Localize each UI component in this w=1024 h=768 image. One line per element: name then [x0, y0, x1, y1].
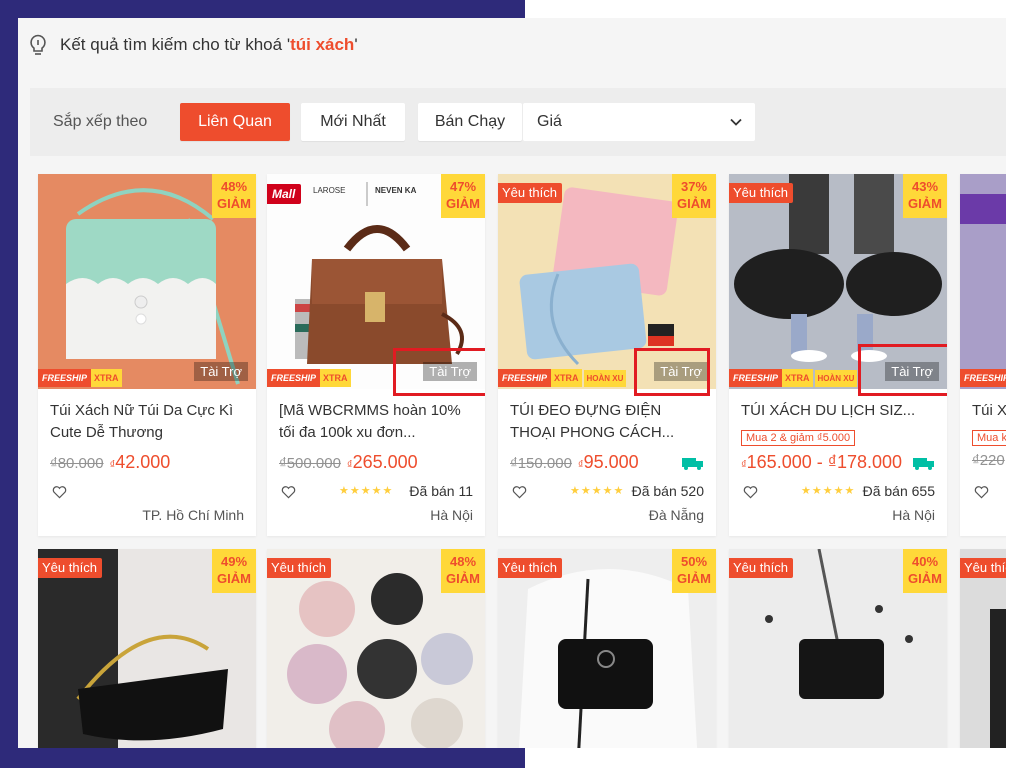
favorite-badge: Yêu thích: [267, 558, 331, 578]
discount-badge: 50% GIẢM: [672, 549, 716, 593]
sold-count: Đã bán 520: [631, 483, 704, 499]
freeship-badge: FREESHIP XTRA HOÀN XU: [498, 367, 627, 389]
price-row: ₫220: [972, 452, 1006, 469]
product-image[interactable]: Yêu thích 49% GIẢM: [38, 549, 256, 748]
location: TP. Hồ Chí Minh: [142, 507, 244, 523]
freeship-badge: FREESHIP XTRA: [267, 367, 351, 389]
sort-bestseller-button[interactable]: Bán Chạy: [418, 103, 522, 141]
product-image[interactable]: Yêu thíc: [960, 549, 1006, 748]
freeship-badge: FREESHIP XTRA: [38, 367, 122, 389]
product-card[interactable]: Yêu thích 48% GIẢM: [267, 549, 485, 748]
promo-tag: Mua k: [972, 430, 1006, 446]
discount-badge: 48% GIẢM: [441, 549, 485, 593]
location: Hà Nội: [430, 507, 473, 523]
heart-icon[interactable]: [743, 485, 758, 499]
current-price: ₫42.000: [109, 452, 171, 472]
product-card[interactable]: Yêu thích 37% GIẢM FREESHIP XTRA HOÀN XU Tà…: [498, 174, 716, 536]
brand-logo-secondary: NEVEN KA: [375, 186, 417, 195]
lightbulb-icon: [30, 34, 46, 55]
favorite-badge: Yêu thích: [38, 558, 102, 578]
product-title[interactable]: [Mã WBCRMMS hoàn 10% tối đa 100k xu đơn.…: [279, 400, 475, 444]
sort-label: Sắp xếp theo: [53, 113, 148, 130]
price-row: ₫150.000 ₫95.000: [510, 452, 639, 473]
sort-bar: Sắp xếp theo Liên Quan Mới Nhất Bán Chạy…: [30, 88, 1006, 156]
location: Đà Nẵng: [648, 507, 704, 523]
product-card[interactable]: 48% GIẢM FREESHIP XTRA Tài Trợ Túi Xách Nữ…: [38, 174, 256, 536]
old-price: ₫500.000: [279, 455, 341, 472]
search-result-header: Kết quả tìm kiếm cho từ khoá ' túi xách ': [28, 32, 358, 58]
product-card[interactable]: Mall LAROSE NEVEN KA 47% GIẢM FREESHIP XTR…: [267, 174, 485, 536]
product-title[interactable]: TÚI XÁCH DU LỊCH SIZ...: [741, 400, 937, 422]
heart-icon[interactable]: [974, 485, 989, 499]
discount-badge: 47% GIẢM: [441, 174, 485, 218]
discount-badge: 49% GIẢM: [212, 549, 256, 593]
favorite-badge: Yêu thích: [729, 183, 793, 203]
rating-stars: ★★★★★: [570, 485, 625, 497]
location: Hà Nội: [892, 507, 935, 523]
discount-badge: 40% GIẢM: [903, 549, 947, 593]
product-image[interactable]: Yêu thích 50% GIẢM: [498, 549, 716, 748]
product-title[interactable]: Túi X: [972, 400, 1006, 422]
search-result-suffix: ': [354, 35, 358, 54]
current-price: ₫165.000 - ₫178.000: [741, 452, 903, 472]
product-title[interactable]: Túi Xách Nữ Túi Da Cực Kì Cute Dễ Thương: [50, 400, 246, 444]
favorite-badge: Yêu thích: [729, 558, 793, 578]
freeship-badge: FREESHIP: [960, 367, 1006, 389]
sold-count: Đã bán 11: [409, 483, 473, 499]
current-price: ₫95.000: [577, 452, 639, 472]
search-keyword: túi xách: [290, 35, 355, 54]
price-row: ₫165.000 - ₫178.000: [741, 452, 902, 473]
product-card[interactable]: Yêu thích 40% GIẢM: [729, 549, 947, 748]
product-image[interactable]: FREESHIP: [960, 174, 1006, 389]
product-card[interactable]: Yêu thíc: [960, 549, 1006, 748]
product-card[interactable]: Yêu thích 43% GIẢM FREESHIP XTRA HOÀN XU Tà…: [729, 174, 947, 536]
old-price: ₫220: [972, 452, 1005, 469]
product-image[interactable]: Yêu thích 48% GIẢM: [267, 549, 485, 748]
free-shipping-truck-icon: [913, 458, 934, 470]
chevron-down-icon: [730, 118, 742, 126]
heart-icon[interactable]: [52, 485, 67, 499]
old-price: ₫80.000: [50, 455, 104, 472]
rating-stars: ★★★★★: [339, 485, 394, 497]
freeship-badge: FREESHIP XTRA HOÀN XU: [729, 367, 858, 389]
favorite-badge: Yêu thích: [498, 558, 562, 578]
discount-badge: 48% GIẢM: [212, 174, 256, 218]
product-card[interactable]: Yêu thích 50% GIẢM: [498, 549, 716, 748]
search-result-prefix: Kết quả tìm kiếm cho từ khoá ': [60, 35, 291, 54]
free-shipping-truck-icon: [682, 458, 703, 470]
highlight-box: [393, 348, 485, 396]
sort-price-dropdown[interactable]: Giá: [523, 103, 755, 141]
search-results-panel: Kết quả tìm kiếm cho từ khoá ' túi xách ' …: [18, 18, 1006, 748]
highlight-box: [858, 344, 947, 396]
highlight-box: [634, 348, 710, 396]
sponsored-label: Tài Trợ: [194, 362, 248, 381]
product-title[interactable]: TÚI ĐEO ĐỰNG ĐIỆN THOẠI PHONG CÁCH...: [510, 400, 706, 444]
rating-stars: ★★★★★: [801, 485, 856, 497]
favorite-badge: Yêu thíc: [960, 558, 1006, 578]
heart-icon[interactable]: [512, 485, 527, 499]
sort-newest-button[interactable]: Mới Nhất: [301, 103, 405, 141]
sort-relevance-button[interactable]: Liên Quan: [180, 103, 290, 141]
product-card[interactable]: Yêu thích 49% GIẢM: [38, 549, 256, 748]
price-row: ₫500.000 ₫265.000: [279, 452, 418, 473]
discount-badge: 37% GIẢM: [672, 174, 716, 218]
product-image[interactable]: 48% GIẢM FREESHIP XTRA Tài Trợ: [38, 174, 256, 389]
product-card[interactable]: FREESHIP Túi X Mua k ₫220: [960, 174, 1006, 536]
old-price: ₫150.000: [510, 455, 572, 472]
price-row: ₫80.000 ₫42.000: [50, 452, 170, 473]
search-result-text: Kết quả tìm kiếm cho từ khoá ' túi xách ': [60, 35, 358, 55]
product-image[interactable]: Yêu thích 40% GIẢM: [729, 549, 947, 748]
favorite-badge: Yêu thích: [498, 183, 562, 203]
discount-badge: 43% GIẢM: [903, 174, 947, 218]
brand-logo: LAROSE: [313, 186, 346, 195]
current-price: ₫265.000: [346, 452, 418, 472]
sold-count: Đã bán 655: [862, 483, 935, 499]
heart-icon[interactable]: [281, 485, 296, 499]
mall-badge: Mall: [267, 184, 302, 204]
price-dropdown-label: Giá: [537, 113, 562, 130]
promo-tag: Mua 2 & giảm ₫5.000: [741, 430, 856, 446]
